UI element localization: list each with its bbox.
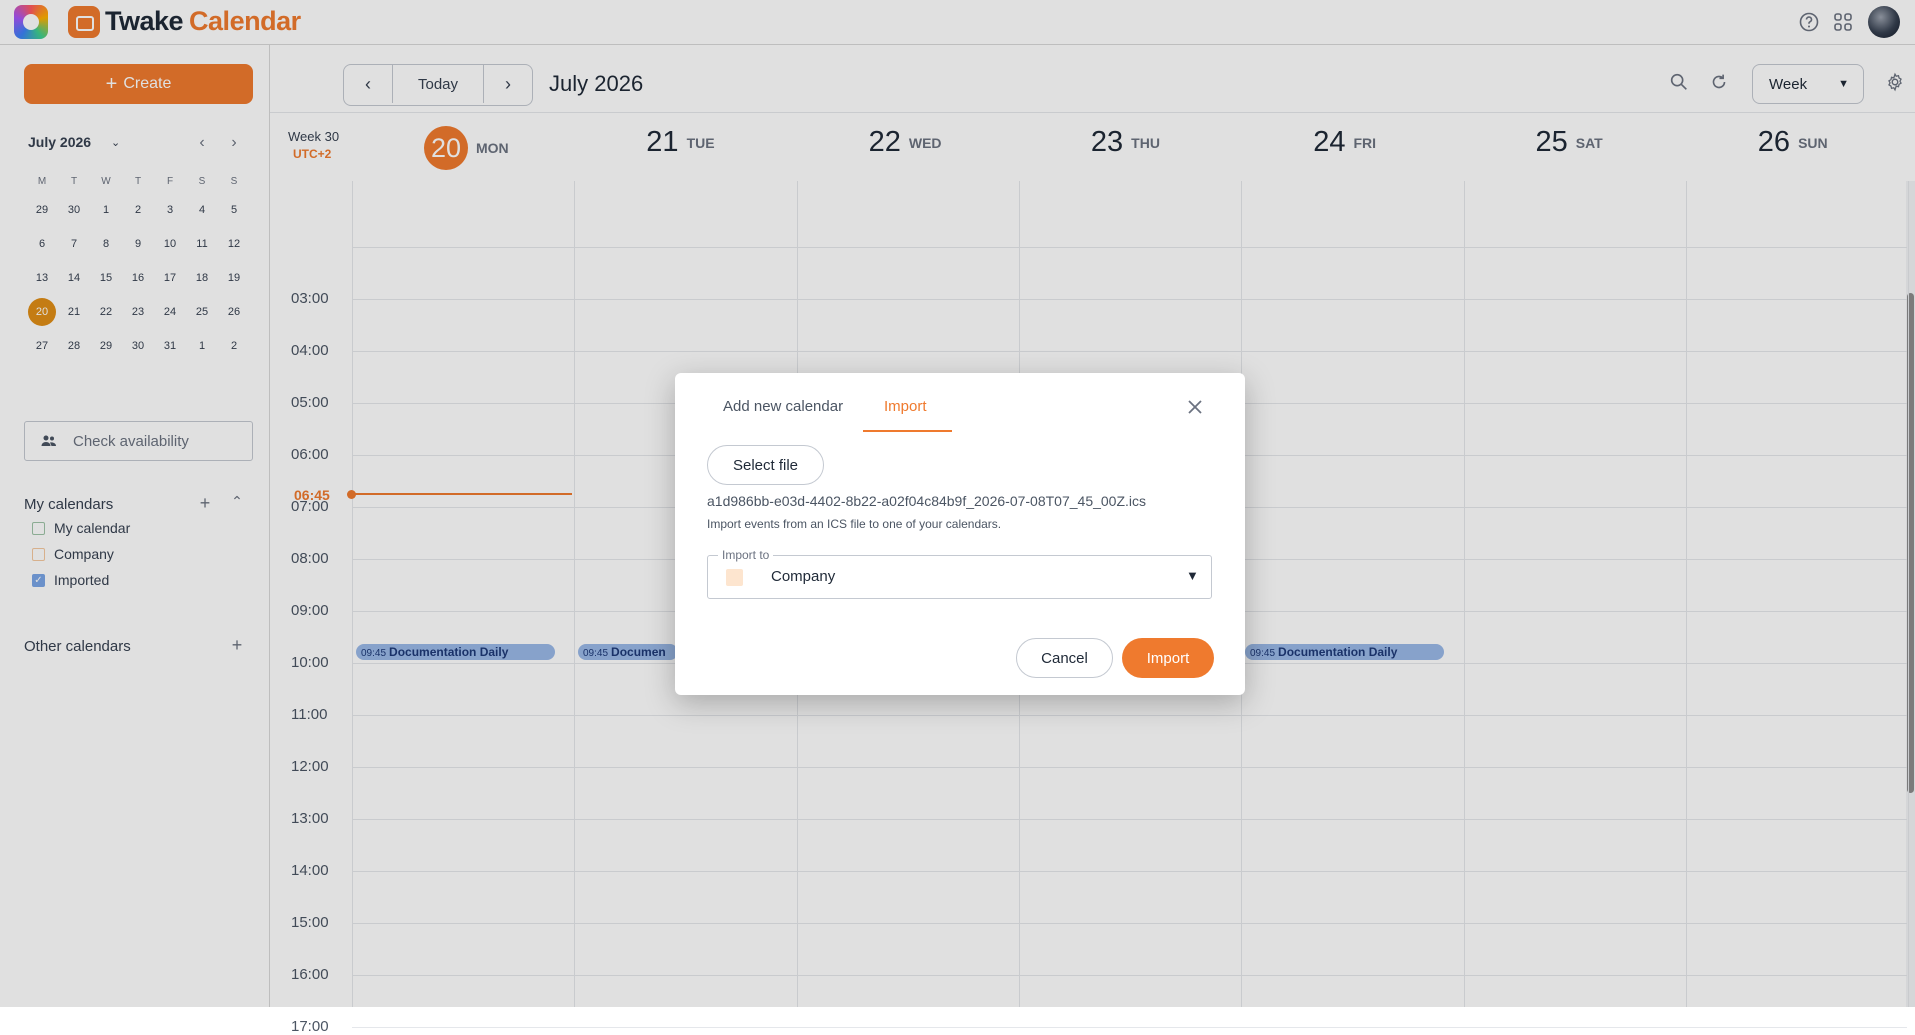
import-to-value: Company [771, 568, 836, 585]
import-help-text: Import events from an ICS file to one of… [707, 517, 1002, 531]
select-file-button[interactable]: Select file [707, 445, 824, 485]
close-icon[interactable] [1185, 397, 1205, 417]
hour-gridline [352, 1027, 1907, 1028]
hour-label: 17:00 [291, 1018, 329, 1035]
selected-file-name: a1d986bb-e03d-4402-8b22-a02f04c84b9f_202… [707, 493, 1147, 509]
tab-add-new-calendar[interactable]: Add new calendar [723, 398, 843, 415]
caret-down-icon: ▼ [1186, 568, 1199, 583]
import-dialog: Add new calendar Import Select file a1d9… [675, 373, 1245, 695]
calendar-color-swatch [726, 569, 743, 586]
cancel-button[interactable]: Cancel [1016, 638, 1113, 678]
active-tab-indicator [863, 430, 952, 432]
import-to-select[interactable]: Import to Company ▼ [707, 548, 1212, 599]
import-button[interactable]: Import [1122, 638, 1214, 678]
import-to-label: Import to [718, 548, 774, 562]
tab-import[interactable]: Import [884, 398, 927, 415]
